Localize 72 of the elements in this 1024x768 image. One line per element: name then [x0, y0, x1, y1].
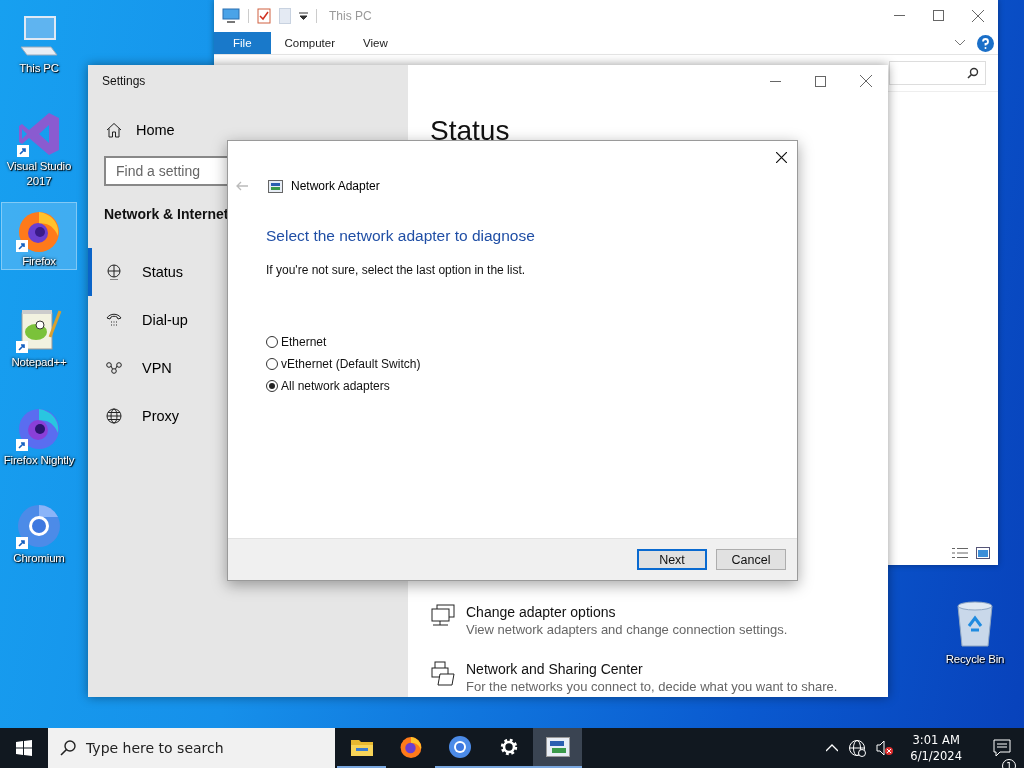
help-icon[interactable]: [977, 34, 994, 52]
network-adapter-icon[interactable]: [545, 737, 570, 757]
printer-folder-icon: [430, 660, 456, 686]
desktop-icon-label: Firefox Nightly: [3, 453, 75, 468]
desktop-icon-label: This PC: [19, 61, 59, 76]
search-icon: [60, 740, 76, 756]
maximize-icon[interactable]: [815, 75, 826, 87]
nav-item[interactable]: VPN: [88, 344, 227, 392]
globe-monitor-icon: [106, 264, 122, 280]
dialog-title: Network Adapter: [291, 179, 380, 193]
clock[interactable]: 3:01 AM 6/1/2024: [910, 732, 962, 764]
search-icon: [967, 67, 979, 79]
phone-icon: [106, 312, 122, 328]
close-icon[interactable]: [776, 151, 787, 163]
computer-icon: [17, 15, 61, 57]
radio-label[interactable]: All network adapters: [281, 379, 390, 393]
window-title: This PC: [329, 9, 372, 23]
dropdown-icon[interactable]: [299, 12, 308, 20]
settings-link[interactable]: Change adapter options: [466, 603, 788, 621]
radio-button[interactable]: [266, 358, 278, 370]
windows-logo-icon: [16, 740, 32, 756]
settings-link[interactable]: Network and Sharing Center: [466, 660, 838, 678]
globe-icon[interactable]: [848, 739, 867, 757]
radio-button[interactable]: [266, 336, 278, 348]
ribbon-tab[interactable]: File: [214, 32, 271, 54]
radio-button[interactable]: [266, 380, 278, 392]
vpn-icon: [106, 361, 122, 375]
ribbon-tab[interactable]: View: [349, 32, 402, 54]
chromium-logo-icon[interactable]: [447, 735, 472, 759]
computers-icon: [430, 603, 456, 629]
desktop-icon-label: Notepad++: [11, 355, 67, 370]
network-adapter-icon: [268, 179, 283, 193]
globe-icon: [106, 408, 122, 424]
link-description: View network adapters and change connection settings.: [466, 621, 788, 638]
recycle-bin-icon[interactable]: [955, 600, 995, 648]
home-icon: [106, 122, 122, 138]
home-nav-item[interactable]: Home: [88, 114, 227, 146]
settings-icon[interactable]: [498, 737, 519, 757]
section-heading: Network & Internet: [104, 206, 229, 222]
infinity-logo-icon: [17, 111, 61, 157]
tiles-view-icon[interactable]: [976, 547, 990, 559]
desktop-icon-label: Recycle Bin: [945, 652, 1005, 667]
muted-speaker-icon[interactable]: [876, 740, 895, 756]
checklist-icon[interactable]: [257, 8, 271, 24]
details-view-icon[interactable]: [952, 547, 968, 559]
desktop-icon-label: Visual Studio 2017: [5, 159, 73, 189]
desktop-icon-label: Firefox: [22, 254, 56, 269]
radio-label[interactable]: vEthernet (Default Switch): [281, 357, 421, 371]
nav-item[interactable]: Proxy: [88, 392, 227, 440]
message-icon: [993, 739, 1011, 757]
search-field[interactable]: [889, 61, 986, 85]
ribbon-tab[interactable]: Computer: [270, 32, 350, 54]
taskbar-search-field[interactable]: Type here to search: [48, 728, 335, 768]
link-description: For the networks you connect to, decide what you want to share.: [466, 678, 838, 695]
chromium-logo-icon: [16, 503, 62, 549]
window-title: Settings: [101, 73, 147, 90]
chevron-down-icon[interactable]: [955, 40, 965, 46]
dialog-button[interactable]: Next: [637, 549, 707, 570]
fox-globe-icon[interactable]: [398, 735, 423, 759]
search-field[interactable]: Find a setting: [104, 156, 227, 186]
instruction-text: If you're not sure, select the last option in the list.: [266, 263, 527, 277]
dialog-button[interactable]: Cancel: [716, 549, 786, 570]
nav-item[interactable]: Dial-up: [88, 296, 227, 344]
folder-icon[interactable]: [349, 737, 374, 757]
maximize-icon[interactable]: [933, 10, 944, 21]
chevron-up-icon[interactable]: [826, 744, 839, 752]
page-title: Status: [430, 115, 510, 146]
taskbar-app-button[interactable]: [533, 728, 582, 768]
radio-label[interactable]: Ethernet: [281, 335, 327, 349]
desktop-icon-label: Chromium: [13, 551, 65, 566]
computer-icon[interactable]: [222, 8, 240, 24]
dialog-heading: Select the network adapter to diagnose: [266, 227, 536, 245]
